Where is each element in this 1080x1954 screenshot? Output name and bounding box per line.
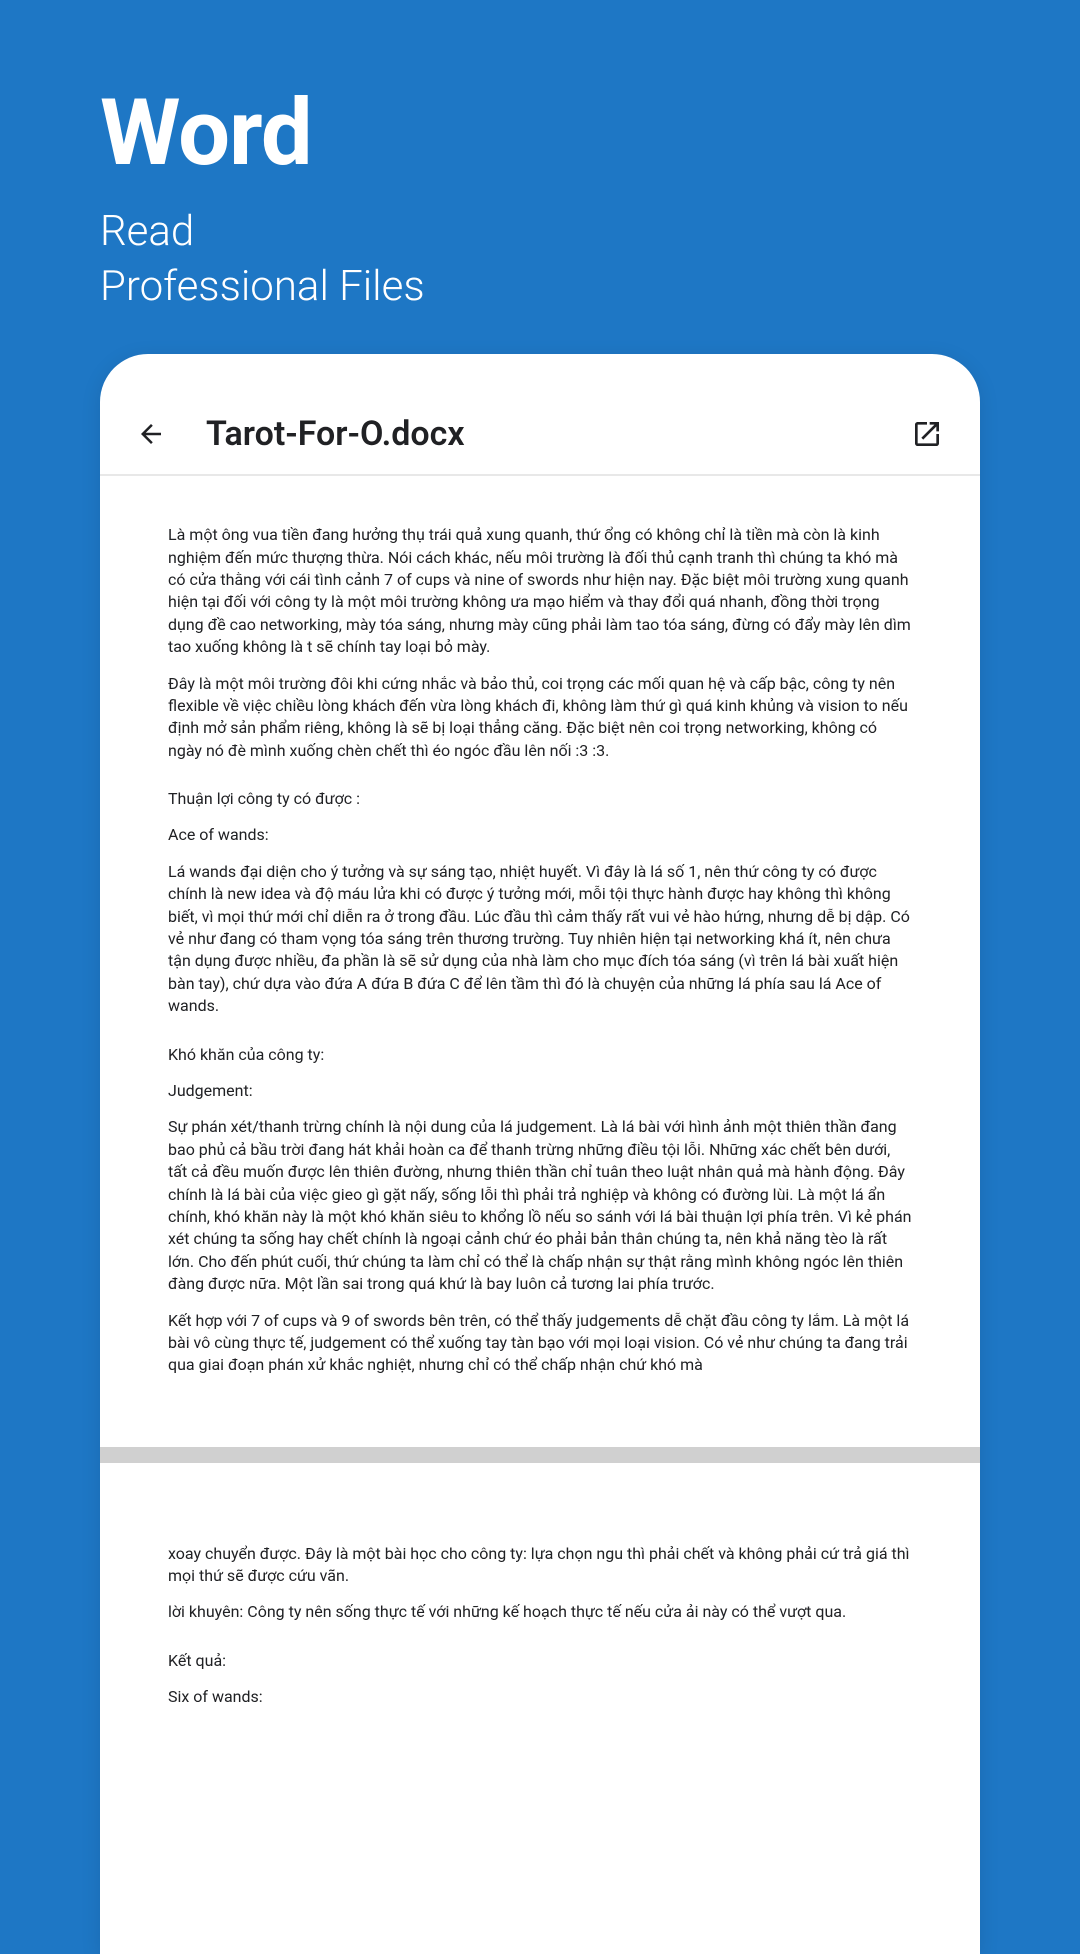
doc-paragraph: Đây là một môi trường đôi khi cứng nhắc … [168, 673, 912, 763]
promo-subtitle: Read Professional Files [100, 205, 980, 314]
doc-paragraph: Lá wands đại diện cho ý tưởng và sự sáng… [168, 861, 912, 1018]
doc-paragraph: lời khuyên: Công ty nên sống thực tế với… [168, 1601, 912, 1623]
file-title: Tarot-For-O.docx [206, 414, 910, 454]
open-external-icon [911, 418, 943, 450]
doc-paragraph: xoay chuyển được. Đây là một bài học cho… [168, 1543, 912, 1588]
doc-subheading: Six of wands: [168, 1686, 912, 1708]
doc-paragraph: Là một ông vua tiền đang hưởng thụ trái … [168, 524, 912, 658]
arrow-left-icon [136, 417, 166, 451]
page-break [100, 1447, 980, 1463]
document-page-2: xoay chuyển được. Đây là một bài học cho… [100, 1463, 980, 1709]
document-page-1: Là một ông vua tiền đang hưởng thụ trái … [100, 476, 980, 1463]
doc-paragraph: Kết hợp với 7 of cups và 9 of swords bên… [168, 1310, 912, 1377]
doc-section-heading: Khó khăn của công ty: [168, 1044, 912, 1066]
open-external-button[interactable] [910, 417, 944, 451]
doc-subheading: Judgement: [168, 1080, 912, 1102]
promo-title: Word [100, 80, 980, 187]
back-button[interactable] [136, 419, 166, 449]
doc-subheading: Ace of wands: [168, 824, 912, 846]
doc-section-heading: Kết quả: [168, 1650, 912, 1672]
doc-section-heading: Thuận lợi công ty có được : [168, 788, 912, 810]
app-header: Tarot-For-O.docx [100, 354, 980, 476]
doc-paragraph: Sự phán xét/thanh trừng chính là nội dun… [168, 1116, 912, 1295]
phone-frame: Tarot-For-O.docx Là một ông vua tiền đan… [100, 354, 980, 1954]
